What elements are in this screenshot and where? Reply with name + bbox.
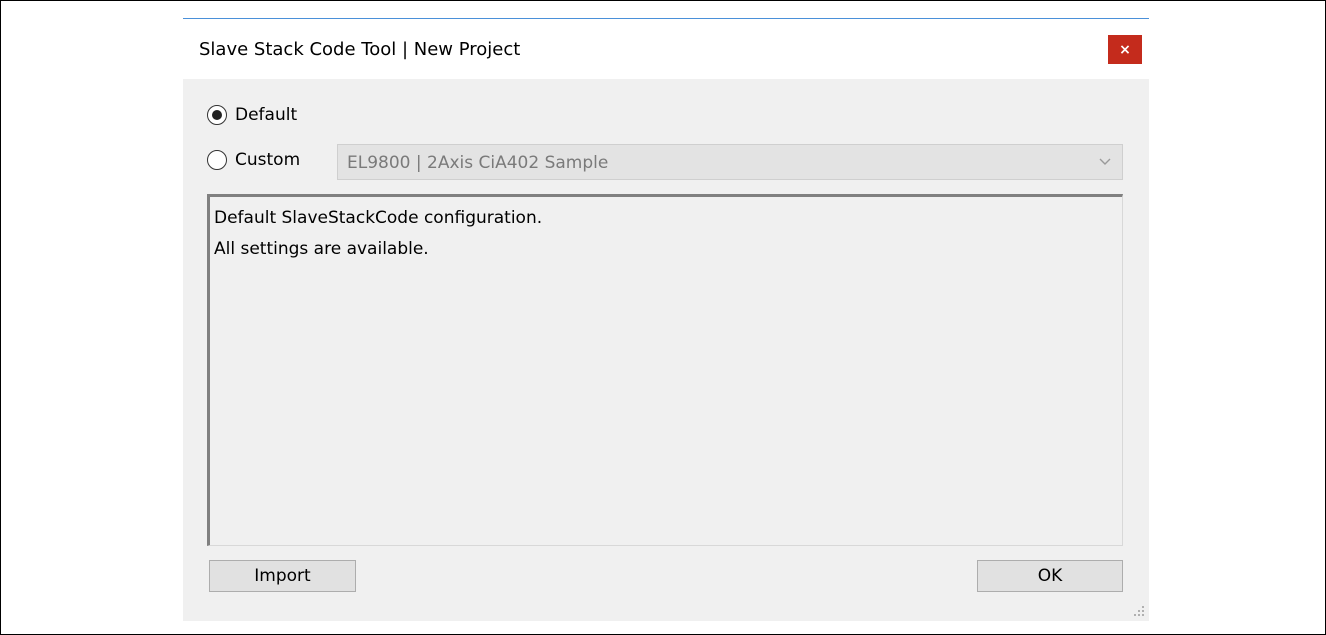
chevron-down-icon: [1099, 158, 1111, 165]
description-box: Default SlaveStackCode configuration. Al…: [207, 194, 1123, 546]
ok-button[interactable]: OK: [977, 560, 1123, 592]
custom-option[interactable]: Custom: [207, 150, 300, 170]
close-icon: ×: [1119, 41, 1131, 58]
import-button[interactable]: Import: [209, 560, 356, 592]
custom-config-select[interactable]: EL9800 | 2Axis CiA402 Sample: [337, 144, 1123, 180]
title-bar[interactable]: Slave Stack Code Tool | New Project ×: [183, 19, 1149, 79]
default-option[interactable]: Default: [207, 105, 297, 125]
custom-config-value: EL9800 | 2Axis CiA402 Sample: [347, 153, 609, 173]
new-project-dialog: Slave Stack Code Tool | New Project × De…: [183, 18, 1149, 621]
default-label: Default: [235, 105, 298, 125]
close-button[interactable]: ×: [1108, 35, 1142, 64]
custom-radio[interactable]: [207, 150, 227, 170]
resize-grip-icon[interactable]: [1133, 605, 1145, 617]
default-radio[interactable]: [207, 105, 227, 125]
custom-label: Custom: [235, 150, 301, 170]
window-title: Slave Stack Code Tool | New Project: [199, 39, 521, 60]
description-line: Default SlaveStackCode configuration.: [214, 208, 543, 228]
description-line: All settings are available.: [214, 239, 429, 259]
